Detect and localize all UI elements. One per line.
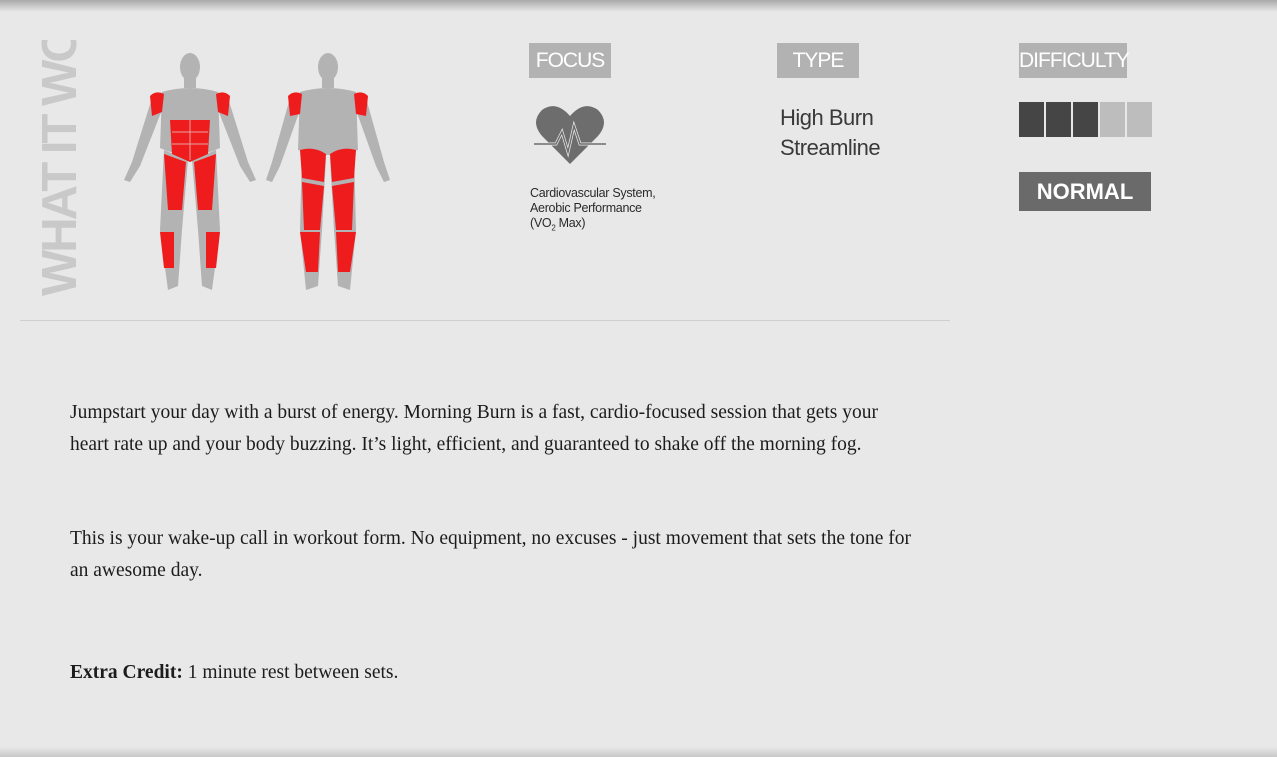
top-shadow xyxy=(0,0,1277,12)
difficulty-segment xyxy=(1019,102,1044,137)
muscle-map-front xyxy=(124,53,256,290)
difficulty-segment xyxy=(1127,102,1152,137)
focus-tag: FOCUS xyxy=(529,43,611,78)
description-paragraph-2: This is your wake-up call in workout for… xyxy=(70,528,912,581)
difficulty-segment xyxy=(1073,102,1098,137)
focus-line-3: (VO2 Max) xyxy=(530,216,586,233)
focus-description: Cardiovascular System, Aerobic Performan… xyxy=(530,186,690,236)
type-item: Streamline xyxy=(780,135,881,160)
type-list: High Burn Streamline xyxy=(780,103,881,163)
what-it-works-heading: WHAT IT WORKS xyxy=(38,40,82,296)
extra-credit-text: 1 minute rest between sets. xyxy=(182,662,399,683)
type-tag: TYPE xyxy=(777,43,859,78)
heart-pulse-icon xyxy=(534,106,606,164)
difficulty-segment xyxy=(1046,102,1071,137)
muscle-map-back xyxy=(266,53,390,290)
what-it-works-label: WHAT IT WORKS xyxy=(38,40,82,296)
extra-credit-label: Extra Credit: xyxy=(70,662,183,683)
extra-credit: Extra Credit: 1 minute rest between sets… xyxy=(70,657,920,689)
focus-line-2: Aerobic Performance xyxy=(530,201,642,215)
difficulty-segment xyxy=(1100,102,1125,137)
difficulty-level-badge: NORMAL xyxy=(1019,172,1151,211)
focus-line-1: Cardiovascular System, xyxy=(530,186,656,200)
difficulty-tag: DIFFICULTY xyxy=(1019,43,1130,78)
section-divider xyxy=(20,320,950,321)
description-paragraph-1: Jumpstart your day with a burst of energ… xyxy=(70,402,879,455)
difficulty-meter xyxy=(1019,102,1152,137)
bottom-shadow xyxy=(0,747,1277,757)
type-item: High Burn xyxy=(780,105,874,130)
